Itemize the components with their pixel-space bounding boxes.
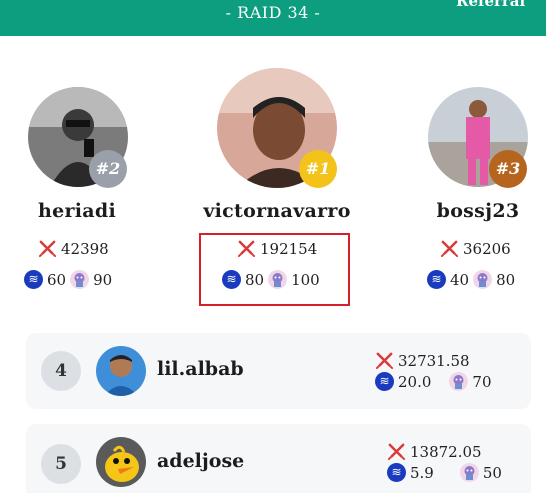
player-name-heriadi[interactable]: heriadi (0, 200, 177, 222)
pet-value: 90 (93, 270, 113, 289)
pet-icon (449, 372, 469, 391)
damage-value: 13872.05 (410, 442, 482, 461)
rewards-bossj23: 40 80 (427, 270, 515, 289)
rank-badge-2: #2 (89, 150, 127, 188)
pet-icon (473, 270, 493, 289)
leaderboard-row-4[interactable]: 4 lil.albab 32731.58 20.0 70 (26, 333, 531, 409)
avatar-adeljose[interactable] (96, 437, 146, 487)
steem-coin-icon (427, 270, 446, 289)
crossed-swords-icon (375, 352, 394, 370)
pet-icon (459, 463, 479, 482)
player-name-adeljose[interactable]: adeljose (157, 450, 244, 472)
row-rank: 5 (41, 444, 81, 484)
damage-value: 42398 (61, 239, 109, 258)
damage-value: 32731.58 (398, 351, 470, 370)
leaderboard-row-5[interactable]: 5 adeljose 13872.05 5.9 50 (26, 424, 531, 493)
rank-badge-1: #1 (299, 150, 337, 188)
row-rank: 4 (41, 351, 81, 391)
crossed-swords-icon (387, 443, 406, 461)
rewards-heriadi: 60 90 (24, 270, 112, 289)
player-name-lil-albab[interactable]: lil.albab (157, 358, 244, 380)
pet-value: 80 (496, 270, 516, 289)
steem-coin-icon (375, 372, 394, 391)
damage-stat-lil-albab: 32731.58 (375, 351, 470, 370)
steem-value: 5.9 (410, 463, 434, 482)
damage-stat-bossj23: 36206 (440, 239, 511, 258)
player-name-bossj23[interactable]: bossj23 (378, 200, 546, 222)
top-player-highlight (199, 233, 350, 306)
steem-value: 60 (47, 270, 67, 289)
crossed-swords-icon (38, 240, 57, 258)
steem-value: 20.0 (398, 372, 432, 391)
damage-value: 36206 (463, 239, 511, 258)
crossed-swords-icon (440, 240, 459, 258)
rewards-lil-albab: 20.0 70 (375, 372, 492, 391)
steem-coin-icon (24, 270, 43, 289)
rewards-adeljose: 5.9 50 (387, 463, 502, 482)
referral-link[interactable]: Referral (456, 0, 525, 10)
raid-header-bar: - RAID 34 - Referral (0, 0, 546, 36)
pet-value: 50 (482, 463, 502, 482)
pet-value: 70 (472, 372, 492, 391)
damage-stat-adeljose: 13872.05 (387, 442, 482, 461)
pet-icon (70, 270, 90, 289)
steem-value: 40 (450, 270, 470, 289)
damage-stat-heriadi: 42398 (38, 239, 109, 258)
player-name-victornavarro[interactable]: victornavarro (177, 200, 377, 222)
avatar-lil-albab[interactable] (96, 346, 146, 396)
steem-coin-icon (387, 463, 406, 482)
rank-badge-3: #3 (489, 150, 527, 188)
